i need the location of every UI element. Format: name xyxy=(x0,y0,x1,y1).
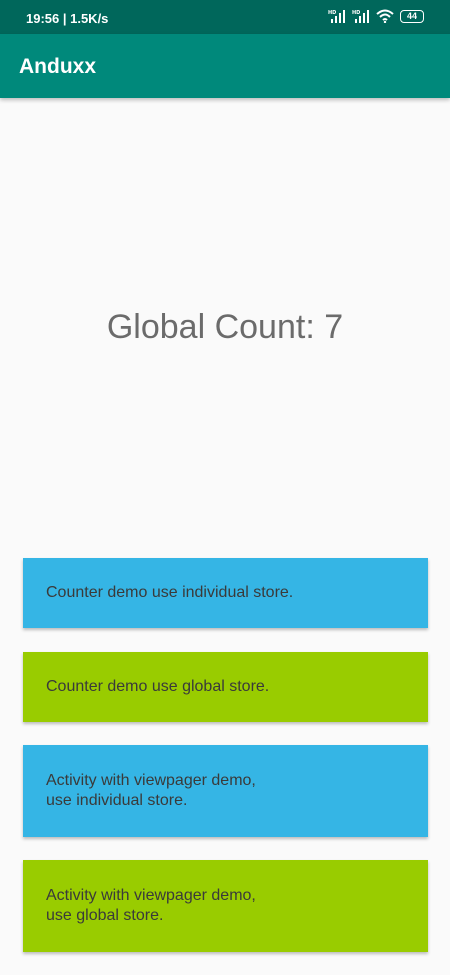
status-bar: 19:56 | 1.5K/s HD HD 44 xyxy=(0,0,450,34)
svg-text:HD: HD xyxy=(352,10,360,16)
viewpager-global-store-button[interactable]: Activity with viewpager demo, use global… xyxy=(23,860,428,952)
battery-icon: 44 xyxy=(400,9,424,23)
app-title: Anduxx xyxy=(19,55,97,78)
status-icons: HD HD 44 xyxy=(328,9,424,23)
wifi-icon xyxy=(376,9,394,23)
counter-global-store-button[interactable]: Counter demo use global store. xyxy=(23,652,428,722)
signal-hd-icon: HD xyxy=(352,9,370,23)
global-count-text: Global Count: 7 xyxy=(106,308,344,346)
app-bar: Anduxx xyxy=(0,34,450,98)
signal-hd-icon: HD xyxy=(328,9,346,23)
viewpager-individual-store-button[interactable]: Activity with viewpager demo, use indivi… xyxy=(23,745,428,837)
svg-text:HD: HD xyxy=(328,10,336,16)
counter-individual-store-button[interactable]: Counter demo use individual store. xyxy=(23,558,428,628)
status-time: 19:56 | 1.5K/s xyxy=(26,11,109,26)
